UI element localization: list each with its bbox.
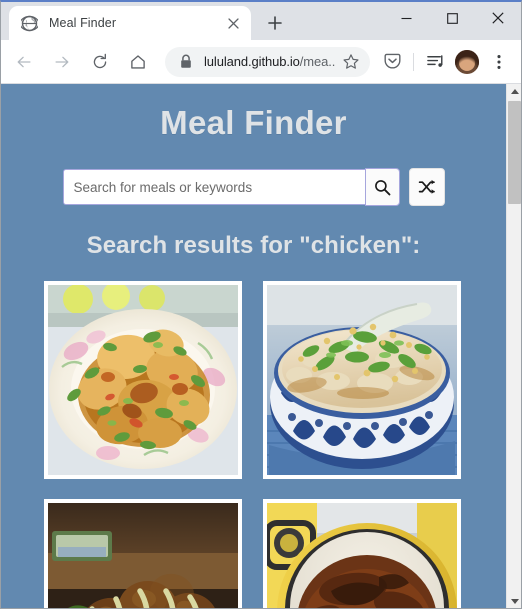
chicken-congee-in-blue-bowl[interactable] xyxy=(266,285,457,475)
caret-down-icon xyxy=(510,599,519,604)
tab-title: Meal Finder xyxy=(49,16,117,30)
browser-toolbar: lululand.github.io/mea... xyxy=(1,40,521,84)
pocket-button[interactable] xyxy=(378,48,406,76)
random-meal-button[interactable] xyxy=(408,168,445,206)
forward-button[interactable] xyxy=(46,46,78,78)
browser-window: Meal Finder lululand.github.io/mea... Me… xyxy=(0,0,522,609)
page-title: Meal Finder xyxy=(160,104,347,141)
shuffle-icon xyxy=(418,179,435,194)
close-window-button[interactable] xyxy=(475,2,521,34)
meal-finder-app: Meal Finder Search for meals or keywords xyxy=(1,84,506,608)
meal-results-grid xyxy=(43,281,464,608)
meal-card[interactable] xyxy=(43,499,242,608)
star-icon[interactable] xyxy=(342,53,360,70)
media-playlist-button[interactable] xyxy=(421,48,449,76)
address-bar[interactable]: lululand.github.io/mea... xyxy=(165,46,370,77)
meal-card[interactable] xyxy=(262,499,461,608)
window-controls xyxy=(383,2,521,34)
arrow-right-icon xyxy=(55,56,69,67)
minimize-icon xyxy=(401,17,411,19)
maximize-icon xyxy=(446,12,458,24)
globe-icon xyxy=(21,15,38,31)
meal-card[interactable] xyxy=(262,281,461,479)
url-host: lululand.github.io xyxy=(204,54,300,69)
results-heading: Search results for "chicken": xyxy=(86,232,421,259)
page-scrollbar[interactable] xyxy=(506,84,521,608)
search-input[interactable]: Search for meals or keywords xyxy=(62,169,365,205)
scrollbar-thumb[interactable] xyxy=(508,101,521,204)
scrollbar-up-arrow[interactable] xyxy=(507,84,521,99)
chicken-curry-on-floral-plate[interactable] xyxy=(47,285,238,475)
fried-chicken-with-salad[interactable] xyxy=(47,503,238,608)
toolbar-divider xyxy=(413,52,414,71)
avatar-hair xyxy=(455,49,479,74)
home-button[interactable] xyxy=(122,46,154,78)
browser-menu-button[interactable] xyxy=(485,48,513,76)
reload-icon xyxy=(93,53,107,68)
page-viewport: Meal Finder Search for meals or keywords xyxy=(1,84,521,608)
tab-strip: Meal Finder xyxy=(1,2,521,40)
media-playlist-icon xyxy=(426,55,442,67)
braised-chicken-in-yellow-pot[interactable] xyxy=(266,503,457,608)
profile-avatar[interactable] xyxy=(455,49,479,74)
arrow-left-icon xyxy=(17,56,31,67)
reload-button[interactable] xyxy=(84,46,116,78)
browser-tab-meal-finder[interactable]: Meal Finder xyxy=(9,6,251,40)
tab-close-icon[interactable] xyxy=(223,13,243,33)
lock-icon xyxy=(181,54,191,68)
three-dot-menu-icon xyxy=(497,54,501,69)
magnifier-icon xyxy=(374,179,390,195)
address-bar-url: lululand.github.io/mea... xyxy=(204,54,336,69)
maximize-button[interactable] xyxy=(429,2,475,34)
new-tab-button[interactable] xyxy=(261,9,289,37)
minimize-button[interactable] xyxy=(383,2,429,34)
meal-card[interactable] xyxy=(43,281,242,479)
search-button[interactable] xyxy=(364,168,400,206)
scrollbar-down-arrow[interactable] xyxy=(507,594,521,608)
plus-icon xyxy=(268,16,282,30)
url-path: /mea... xyxy=(299,54,336,69)
back-button[interactable] xyxy=(8,46,40,78)
close-icon xyxy=(492,12,504,24)
home-icon xyxy=(131,54,145,69)
search-bar: Search for meals or keywords xyxy=(1,168,506,206)
caret-up-icon xyxy=(510,89,519,94)
pocket-icon xyxy=(383,53,401,69)
